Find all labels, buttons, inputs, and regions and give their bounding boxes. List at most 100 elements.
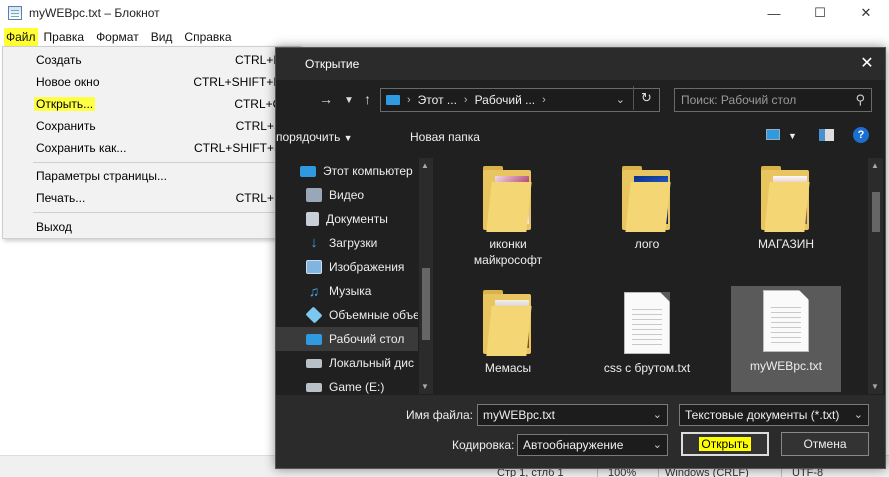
file-item-text[interactable]: css с брутом.txt	[592, 288, 702, 394]
organize-label: порядочить	[276, 130, 341, 144]
nav-item-label: Этот компьютер	[323, 164, 413, 178]
menu-file[interactable]: Файл	[4, 28, 38, 46]
folder-front	[764, 182, 810, 232]
menu-item-exit[interactable]: Выход	[3, 216, 300, 238]
encoding-label: Кодировка:	[452, 438, 515, 452]
file-item-folder[interactable]: МАГАЗИН	[731, 164, 841, 270]
notepad-titlebar: myWEBpc.txt – Блокнот — ☐ ✕	[0, 0, 889, 26]
file-label: myWEBpc.txt	[749, 359, 822, 373]
text-file-icon	[763, 290, 809, 352]
breadcrumb-this-pc[interactable]: Этот ...	[418, 93, 457, 107]
nav-item-game-drive[interactable]: Game (E:)	[276, 375, 418, 394]
filename-label: Имя файла:	[406, 408, 473, 422]
folder-front	[486, 182, 532, 232]
menu-item-label: Сохранить как...	[36, 141, 127, 155]
nav-item-label: Game (E:)	[329, 380, 385, 394]
nav-item-this-pc[interactable]: Этот компьютер	[276, 159, 418, 183]
nav-item-pictures[interactable]: Изображения	[276, 255, 418, 279]
scroll-down-icon[interactable]: ▼	[421, 382, 429, 391]
window-title: myWEBpc.txt – Блокнот	[29, 6, 160, 20]
recent-chevron-icon[interactable]: ▼	[344, 93, 354, 109]
file-item-text-selected[interactable]: myWEBpc.txt	[731, 286, 841, 392]
nav-item-documents[interactable]: Документы	[276, 207, 418, 231]
close-button[interactable]: ✕	[843, 0, 889, 26]
search-input[interactable]	[681, 93, 841, 107]
filetype-select[interactable]: Текстовые документы (*.txt) ⌄	[679, 404, 869, 426]
menu-item-save-as[interactable]: Сохранить как... CTRL+SHIFT+S	[3, 137, 300, 159]
scroll-thumb[interactable]	[422, 268, 430, 340]
nav-item-label: Объемные объе	[329, 308, 418, 322]
filetype-value: Текстовые документы (*.txt)	[685, 408, 840, 422]
menu-item-label: Печать...	[36, 191, 86, 205]
nav-item-label: Локальный дис	[329, 356, 414, 370]
file-label: лого	[634, 237, 660, 251]
file-label: МАГАЗИН	[757, 237, 815, 251]
open-button[interactable]: Открыть	[681, 432, 769, 456]
menu-item-shortcut: CTRL+SHIFT+N	[193, 75, 282, 89]
up-arrow-icon[interactable]: ↑	[364, 91, 371, 107]
file-label: css с брутом.txt	[603, 361, 691, 375]
file-list-scrollbar[interactable]: ▲ ▼	[868, 158, 883, 394]
menu-item-label: Создать	[36, 53, 82, 67]
menu-format[interactable]: Формат	[90, 28, 145, 46]
nav-item-video[interactable]: Видео	[276, 183, 418, 207]
file-menu: Создать CTRL+N Новое окно CTRL+SHIFT+N О…	[2, 46, 301, 239]
cancel-button[interactable]: Отмена	[781, 432, 869, 456]
organize-button[interactable]: порядочить ▼	[276, 130, 353, 144]
minimize-button[interactable]: —	[751, 0, 797, 26]
encoding-select[interactable]: Автообнаружение ⌄	[517, 434, 668, 456]
search-icon: ⚲	[855, 92, 865, 107]
dialog-close-icon[interactable]: ✕	[857, 54, 877, 74]
menu-item-save[interactable]: Сохранить CTRL+S	[3, 115, 300, 137]
nav-item-music[interactable]: ♫ Музыка	[276, 279, 418, 303]
view-options-icon[interactable]	[766, 129, 780, 140]
nav-item-desktop[interactable]: Рабочий стол	[276, 327, 418, 351]
menu-edit[interactable]: Правка	[38, 28, 91, 46]
video-icon	[306, 188, 322, 202]
menu-item-new[interactable]: Создать CTRL+N	[3, 49, 300, 71]
breadcrumb-separator-icon: ›	[542, 94, 546, 106]
3d-objects-icon	[305, 306, 323, 324]
nav-item-downloads[interactable]: ↓ Загрузки	[276, 231, 418, 255]
scroll-up-icon[interactable]: ▲	[421, 161, 429, 170]
help-icon[interactable]: ?	[853, 127, 869, 143]
file-item-folder[interactable]: иконки майкрософт	[453, 164, 563, 270]
dialog-bottom-panel: Имя файла: ⌄ Текстовые документы (*.txt)…	[276, 395, 885, 468]
address-bar[interactable]: › Этот ... › Рабочий ... › ⌄	[380, 88, 660, 112]
menu-item-label: Выход	[36, 220, 72, 234]
filename-input[interactable]	[483, 408, 633, 422]
open-button-label: Открыть	[699, 437, 751, 451]
refresh-icon[interactable]: ↻	[633, 86, 659, 110]
menu-item-new-window[interactable]: Новое окно CTRL+SHIFT+N	[3, 71, 300, 93]
desktop-folder-icon	[386, 95, 400, 105]
computer-icon	[300, 165, 316, 177]
nav-item-3d-objects[interactable]: Объемные объе	[276, 303, 418, 327]
menu-item-print[interactable]: Печать... CTRL+P	[3, 187, 300, 209]
documents-icon	[306, 212, 319, 226]
address-dropdown-icon[interactable]: ⌄	[616, 93, 625, 106]
scroll-thumb[interactable]	[872, 192, 880, 232]
file-item-folder[interactable]: Мемасы	[453, 288, 563, 394]
nav-item-local-disk[interactable]: Локальный дис	[276, 351, 418, 375]
dialog-toolbar: порядочить ▼ Новая папка ▼ ?	[276, 124, 885, 150]
new-folder-button[interactable]: Новая папка	[410, 130, 480, 144]
scroll-down-icon[interactable]: ▼	[871, 382, 879, 391]
view-dropdown-icon[interactable]: ▼	[788, 131, 797, 141]
menu-item-page-setup[interactable]: Параметры страницы...	[3, 165, 300, 187]
menu-item-label: Сохранить	[36, 119, 96, 133]
chevron-down-icon[interactable]: ⌄	[653, 408, 662, 421]
nav-item-label: Музыка	[329, 284, 372, 298]
maximize-button[interactable]: ☐	[797, 0, 843, 26]
menu-item-open[interactable]: Открыть... CTRL+O	[3, 93, 300, 115]
folder-front	[625, 182, 671, 232]
menubar: Файл Правка Формат Вид Справка	[0, 26, 889, 48]
menu-help[interactable]: Справка	[178, 28, 237, 46]
forward-arrow-icon[interactable]: →	[319, 91, 333, 107]
file-item-folder[interactable]: лого	[592, 164, 702, 270]
preview-pane-icon[interactable]	[819, 129, 834, 141]
menu-view[interactable]: Вид	[145, 28, 179, 46]
menu-item-label: Параметры страницы...	[36, 169, 167, 183]
breadcrumb-desktop[interactable]: Рабочий ...	[475, 93, 536, 107]
scroll-up-icon[interactable]: ▲	[871, 161, 879, 170]
nav-scrollbar[interactable]: ▲ ▼	[419, 158, 433, 394]
